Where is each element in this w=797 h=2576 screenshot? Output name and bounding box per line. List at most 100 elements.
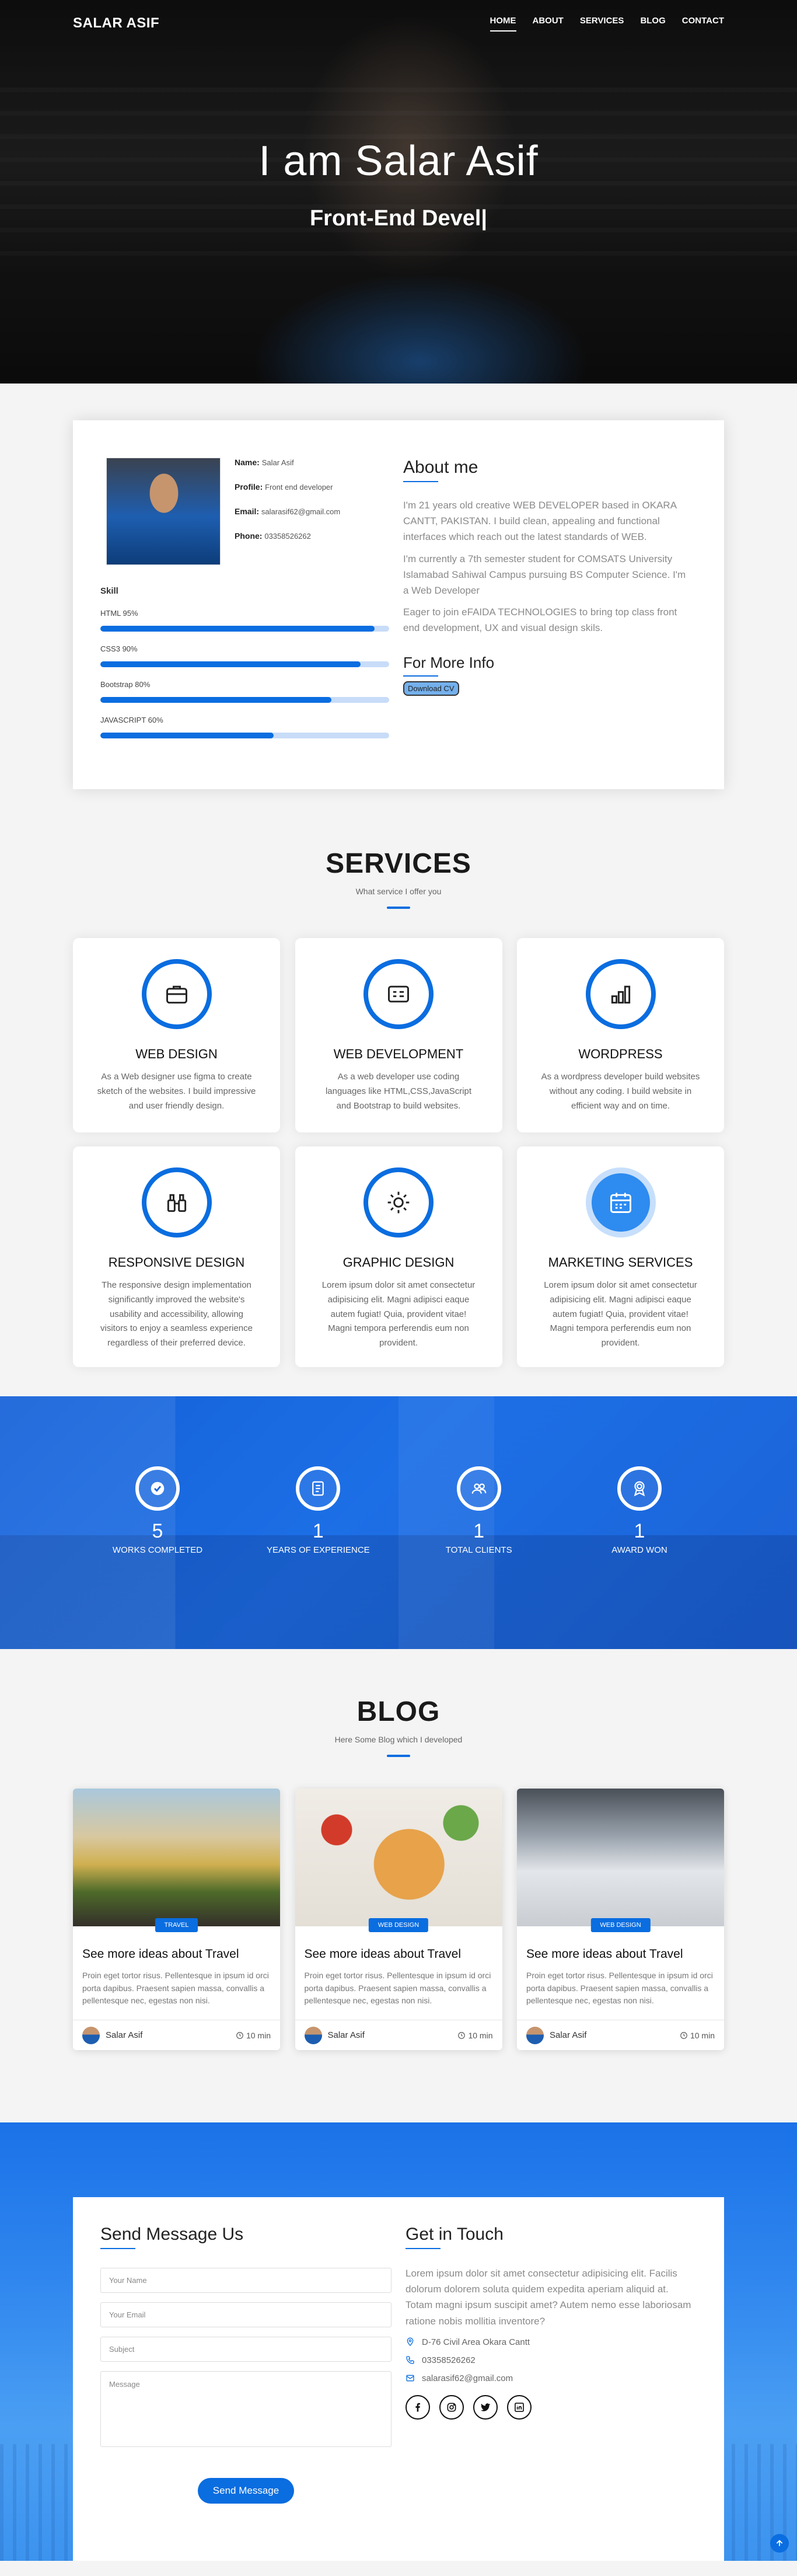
stat-label: AWARD WON: [611, 1545, 667, 1555]
section-divider: [387, 1755, 410, 1757]
stat-number: 1: [312, 1520, 324, 1542]
stat-number: 1: [473, 1520, 485, 1542]
stat-years-experience: 1 YEARS OF EXPERIENCE: [260, 1466, 376, 1555]
about-right-column: About me I'm 21 years old creative WEB D…: [403, 458, 692, 789]
skill-label: HTML 95%: [100, 609, 138, 618]
read-time: 10 min: [457, 2030, 493, 2040]
skills-title: Skill: [100, 586, 118, 596]
briefcase-icon: [141, 959, 212, 1029]
stat-number: 1: [634, 1520, 645, 1542]
services-title: SERVICES: [326, 848, 471, 879]
blog-card[interactable]: TRAVEL See more ideas about Travel Proin…: [73, 1789, 280, 2050]
stats-section: 5 WORKS COMPLETED 1 YEARS OF EXPERIENCE …: [0, 1396, 797, 1649]
skill-bar: [100, 733, 389, 738]
envelope-icon: [406, 2375, 414, 2382]
site-logo[interactable]: SALAR ASIF: [73, 15, 159, 32]
skill-bar-fill: [100, 697, 331, 703]
back-to-top-button[interactable]: [770, 2534, 789, 2553]
bar-chart-icon: [585, 959, 656, 1029]
stats-row: 5 WORKS COMPLETED 1 YEARS OF EXPERIENCE …: [0, 1396, 797, 1555]
blog-footer: Salar Asif 10 min: [73, 2020, 280, 2050]
skill-bar: [100, 661, 389, 667]
services-header: SERVICES What service I offer you: [0, 848, 797, 909]
services-subtitle: What service I offer you: [355, 887, 442, 896]
linkedin-icon[interactable]: [507, 2394, 532, 2420]
arrow-up-icon: [776, 2540, 783, 2546]
calendar-icon: [585, 1167, 656, 1238]
hero-text: I am Salar Asif Front-End Devel|: [0, 137, 797, 231]
service-description: As a web developer use coding languages …: [325, 1072, 472, 1111]
send-message-button[interactable]: Send Message: [197, 2478, 295, 2504]
blog-excerpt: Proin eget tortor risus. Pellentesque in…: [526, 1971, 713, 2006]
blog-card[interactable]: WEB DESIGN See more ideas about Travel P…: [517, 1789, 724, 2050]
name-input[interactable]: [100, 2268, 391, 2293]
stat-total-clients: 1 TOTAL CLIENTS: [421, 1466, 537, 1555]
info-profile: Profile: Front end developer: [235, 482, 333, 492]
author-name: Salar Asif: [327, 2030, 365, 2040]
more-info-heading: For More Info: [403, 653, 495, 671]
about-paragraph-1: I'm 21 years old creative WEB DEVELOPER …: [403, 500, 677, 543]
blog-tag[interactable]: WEB DESIGN: [368, 1918, 429, 1932]
nav-link-home[interactable]: HOME: [490, 16, 516, 32]
read-time-value: 10 min: [468, 2030, 493, 2040]
phone-text[interactable]: 03358526262: [422, 2355, 476, 2365]
blog-post-title[interactable]: See more ideas about Travel: [305, 1947, 493, 1961]
blog-header: BLOG Here Some Blog which I developed: [0, 1696, 797, 1757]
author-avatar: [304, 2026, 322, 2044]
phone-line: 03358526262: [406, 2355, 697, 2365]
blog-tag[interactable]: WEB DESIGN: [590, 1918, 651, 1932]
top-navbar: SALAR ASIF HOME ABOUT SERVICES BLOG CONT…: [0, 0, 797, 47]
service-card-responsive-design[interactable]: RESPONSIVE DESIGN The responsive design …: [73, 1146, 280, 1367]
phone-icon: [406, 2356, 414, 2364]
email-text[interactable]: salarasif62@gmail.com: [422, 2373, 513, 2383]
heading-underline: [100, 2248, 135, 2249]
facebook-icon[interactable]: [406, 2394, 430, 2420]
hero-section: SALAR ASIF HOME ABOUT SERVICES BLOG CONT…: [0, 0, 797, 384]
form-heading: Send Message Us: [100, 2225, 244, 2244]
profile-photo: [106, 458, 221, 565]
contact-section: Send Message Us Send Message Get in Touc…: [0, 2122, 797, 2561]
nav-link-blog[interactable]: BLOG: [640, 16, 665, 32]
service-card-marketing[interactable]: MARKETING SERVICES Lorem ipsum dolor sit…: [517, 1146, 724, 1367]
service-card-graphic-design[interactable]: GRAPHIC DESIGN Lorem ipsum dolor sit ame…: [295, 1146, 502, 1367]
service-card-web-design[interactable]: WEB DESIGN As a Web designer use figma t…: [73, 938, 280, 1132]
author-name: Salar Asif: [106, 2030, 143, 2040]
blog-tag[interactable]: TRAVEL: [155, 1918, 198, 1932]
service-title: RESPONSIVE DESIGN: [108, 1255, 245, 1270]
service-description: As a wordpress developer build websites …: [541, 1072, 700, 1111]
download-cv-button[interactable]: Download CV: [403, 681, 459, 696]
location-pin-icon: [407, 2337, 414, 2347]
contact-form-column: Send Message Us Send Message: [100, 2225, 391, 2561]
clock-icon: [458, 2031, 466, 2039]
blog-image-travel: [73, 1789, 280, 1926]
read-time-value: 10 min: [246, 2030, 271, 2040]
about-heading: About me: [403, 458, 478, 477]
nav-menu: HOME ABOUT SERVICES BLOG CONTACT: [490, 16, 724, 32]
heading-underline: [403, 481, 438, 482]
twitter-icon[interactable]: [473, 2394, 498, 2420]
nav-link-contact[interactable]: CONTACT: [682, 16, 724, 32]
binoculars-icon: [141, 1167, 212, 1238]
instagram-icon[interactable]: [439, 2394, 464, 2420]
service-card-wordpress[interactable]: WORDPRESS As a wordpress developer build…: [517, 938, 724, 1132]
contact-card: Send Message Us Send Message Get in Touc…: [73, 2197, 724, 2561]
author-name: Salar Asif: [550, 2030, 587, 2040]
blog-post-title[interactable]: See more ideas about Travel: [526, 1947, 715, 1961]
blog-image-office: [517, 1789, 724, 1926]
skill-html: HTML 95%: [100, 609, 389, 632]
email-input[interactable]: [100, 2302, 391, 2327]
message-textarea[interactable]: [100, 2371, 391, 2447]
service-description: The responsive design implementation sig…: [100, 1280, 253, 1348]
service-card-web-development[interactable]: WEB DEVELOPMENT As a web developer use c…: [295, 938, 502, 1132]
check-icon: [135, 1466, 180, 1511]
skill-bar: [100, 697, 389, 703]
nav-link-services[interactable]: SERVICES: [580, 16, 624, 32]
skill-css: CSS3 90%: [100, 644, 389, 667]
subject-input[interactable]: [100, 2337, 391, 2362]
author-avatar: [526, 2026, 544, 2044]
social-links: [406, 2394, 697, 2420]
hero-title: I am Salar Asif: [258, 138, 539, 184]
blog-card[interactable]: WEB DESIGN See more ideas about Travel P…: [295, 1789, 502, 2050]
nav-link-about[interactable]: ABOUT: [533, 16, 564, 32]
blog-post-title[interactable]: See more ideas about Travel: [82, 1947, 271, 1961]
